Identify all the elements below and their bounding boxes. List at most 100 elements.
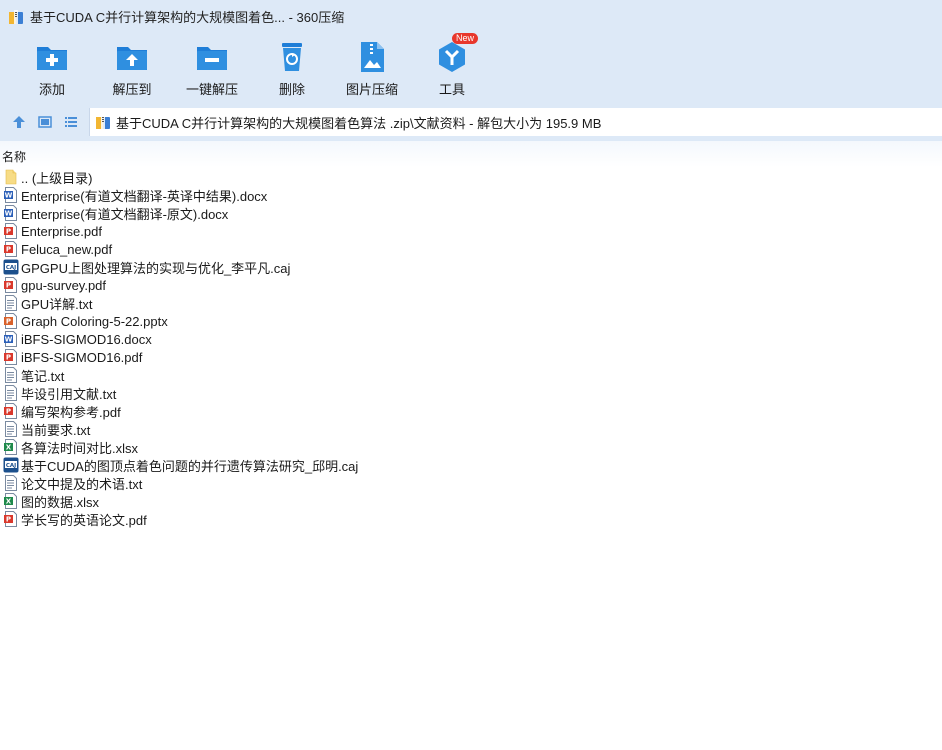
file-row[interactable]: W Enterprise(有道文档翻译-英译中结果).docx	[0, 186, 942, 204]
word-file-icon: W	[3, 331, 19, 347]
extract-to-label: 解压到	[112, 82, 152, 97]
svg-text:P: P	[6, 282, 11, 290]
file-name: GPU详解.txt	[21, 296, 93, 312]
file-name: .. (上级目录)	[21, 170, 93, 186]
file-name: 各算法时间对比.xlsx	[21, 440, 139, 456]
thumbnail-view-button[interactable]	[34, 111, 56, 133]
caj-file-icon: CAJ	[3, 259, 19, 275]
text-file-icon	[3, 385, 19, 401]
excel-file-icon: X	[3, 493, 19, 509]
file-row[interactable]: 毕设引用文献.txt	[0, 384, 942, 402]
file-name: Feluca_new.pdf	[21, 241, 113, 257]
list-view-icon	[65, 117, 77, 127]
file-name: iBFS-SIGMOD16.pdf	[21, 349, 143, 365]
file-row[interactable]: P Enterprise.pdf	[0, 222, 942, 240]
word-file-icon: W	[3, 187, 19, 203]
arrow-up-icon	[13, 116, 25, 128]
file-row[interactable]: PiBFS-SIGMOD16.pdf	[0, 348, 942, 366]
add-label: 添加	[38, 82, 65, 97]
file-row[interactable]: W Enterprise(有道文档翻译-原文).docx	[0, 204, 942, 222]
text-file-icon	[3, 367, 19, 383]
tools-label: 工具	[438, 82, 465, 97]
tools-button[interactable]: New 工具	[412, 33, 492, 101]
svg-text:P: P	[6, 246, 11, 254]
svg-text:P: P	[6, 408, 11, 416]
svg-text:W: W	[5, 192, 13, 200]
file-name: gpu-survey.pdf	[21, 277, 107, 293]
up-level-button[interactable]	[8, 111, 30, 133]
window-title: 基于CUDA C并行计算架构的大规模图着色... - 360压缩	[30, 10, 345, 25]
svg-text:X: X	[6, 444, 12, 452]
new-badge: New	[452, 33, 479, 44]
zip-archive-icon	[96, 115, 110, 129]
file-name: 论文中提及的术语.txt	[21, 476, 143, 492]
parent-directory-row[interactable]: .. (上级目录)	[0, 168, 942, 186]
svg-text:P: P	[6, 516, 11, 524]
extract-to-button[interactable]: 解压到	[92, 39, 172, 101]
file-name: 学长写的英语论文.pdf	[21, 512, 147, 528]
file-row[interactable]: 当前要求.txt	[0, 420, 942, 438]
archive-path: 基于CUDA C并行计算架构的大规模图着色算法 .zip\文献资料 - 解包大小…	[116, 115, 602, 131]
file-name: 毕设引用文献.txt	[21, 386, 117, 402]
file-row[interactable]: P 学长写的英语论文.pdf	[0, 510, 942, 528]
file-row[interactable]: GPU详解.txt	[0, 294, 942, 312]
file-name: iBFS-SIGMOD16.docx	[21, 331, 152, 347]
image-compress-label: 图片压缩	[345, 82, 398, 97]
file-row[interactable]: Pgpu-survey.pdf	[0, 276, 942, 294]
list-view-button[interactable]	[60, 111, 82, 133]
pdf-file-icon: P	[3, 241, 19, 257]
excel-file-icon: X	[3, 439, 19, 455]
file-name: Enterprise(有道文档翻译-英译中结果).docx	[21, 188, 268, 204]
file-name: 基于CUDA的图顶点着色问题的并行遗传算法研究_邱明.caj	[21, 458, 359, 474]
add-folder-icon	[37, 47, 67, 70]
image-compress-button[interactable]: 图片压缩	[332, 39, 412, 101]
caj-file-icon: CAJ	[3, 457, 19, 473]
word-file-icon: W	[3, 205, 19, 221]
pdf-file-icon: P	[3, 277, 19, 293]
folder-icon	[3, 169, 19, 185]
column-header-name[interactable]: 名称	[2, 148, 26, 165]
toolbar: 添加 解压到 一键解压 删除 图片压缩 New 工具	[0, 33, 942, 103]
text-file-icon	[3, 475, 19, 491]
delete-button[interactable]: 删除	[252, 39, 332, 101]
one-click-extract-button[interactable]: 一键解压	[172, 39, 252, 101]
file-row[interactable]: X 图的数据.xlsx	[0, 492, 942, 510]
list-header: 名称	[0, 141, 942, 167]
text-file-icon	[3, 421, 19, 437]
file-name: GPGPU上图处理算法的实现与优化_李平凡.caj	[21, 260, 291, 276]
svg-text:X: X	[6, 498, 12, 506]
file-row[interactable]: 论文中提及的术语.txt	[0, 474, 942, 492]
one-click-extract-label: 一键解压	[185, 82, 238, 97]
file-name: 当前要求.txt	[21, 422, 91, 438]
address-bar[interactable]: 基于CUDA C并行计算架构的大规模图着色算法 .zip\文献资料 - 解包大小…	[89, 108, 942, 136]
file-name: Enterprise(有道文档翻译-原文).docx	[21, 206, 229, 222]
file-row[interactable]: WiBFS-SIGMOD16.docx	[0, 330, 942, 348]
pdf-file-icon: P	[3, 511, 19, 527]
file-row[interactable]: CAJ 基于CUDA的图顶点着色问题的并行遗传算法研究_邱明.caj	[0, 456, 942, 474]
file-name: 编写架构参考.pdf	[21, 404, 121, 420]
file-row[interactable]: P Graph Coloring-5-22.pptx	[0, 312, 942, 330]
thumbnail-view-icon	[38, 116, 52, 128]
extract-to-folder-icon	[117, 47, 147, 70]
svg-text:W: W	[5, 210, 13, 218]
file-name: Enterprise.pdf	[21, 223, 102, 239]
add-button[interactable]: 添加	[12, 39, 92, 101]
title-bar[interactable]: 基于CUDA C并行计算架构的大规模图着色... - 360压缩	[0, 0, 942, 33]
zip-archive-icon	[9, 9, 23, 24]
powerpoint-file-icon: P	[3, 313, 19, 329]
file-row[interactable]: X 各算法时间对比.xlsx	[0, 438, 942, 456]
file-row[interactable]: 笔记.txt	[0, 366, 942, 384]
file-row[interactable]: P Feluca_new.pdf	[0, 240, 942, 258]
file-row[interactable]: CAJ GPGPU上图处理算法的实现与优化_李平凡.caj	[0, 258, 942, 276]
svg-text:P: P	[6, 354, 11, 362]
file-name: 图的数据.xlsx	[21, 494, 100, 510]
file-row[interactable]: P 编写架构参考.pdf	[0, 402, 942, 420]
image-compress-icon	[361, 42, 384, 72]
svg-text:P: P	[6, 318, 11, 326]
svg-text:CAJ: CAJ	[6, 463, 16, 469]
one-click-extract-icon	[197, 47, 227, 70]
svg-text:W: W	[5, 336, 13, 344]
svg-text:CAJ: CAJ	[6, 265, 16, 271]
recycle-bin-icon	[282, 43, 302, 71]
svg-text:P: P	[6, 228, 11, 236]
